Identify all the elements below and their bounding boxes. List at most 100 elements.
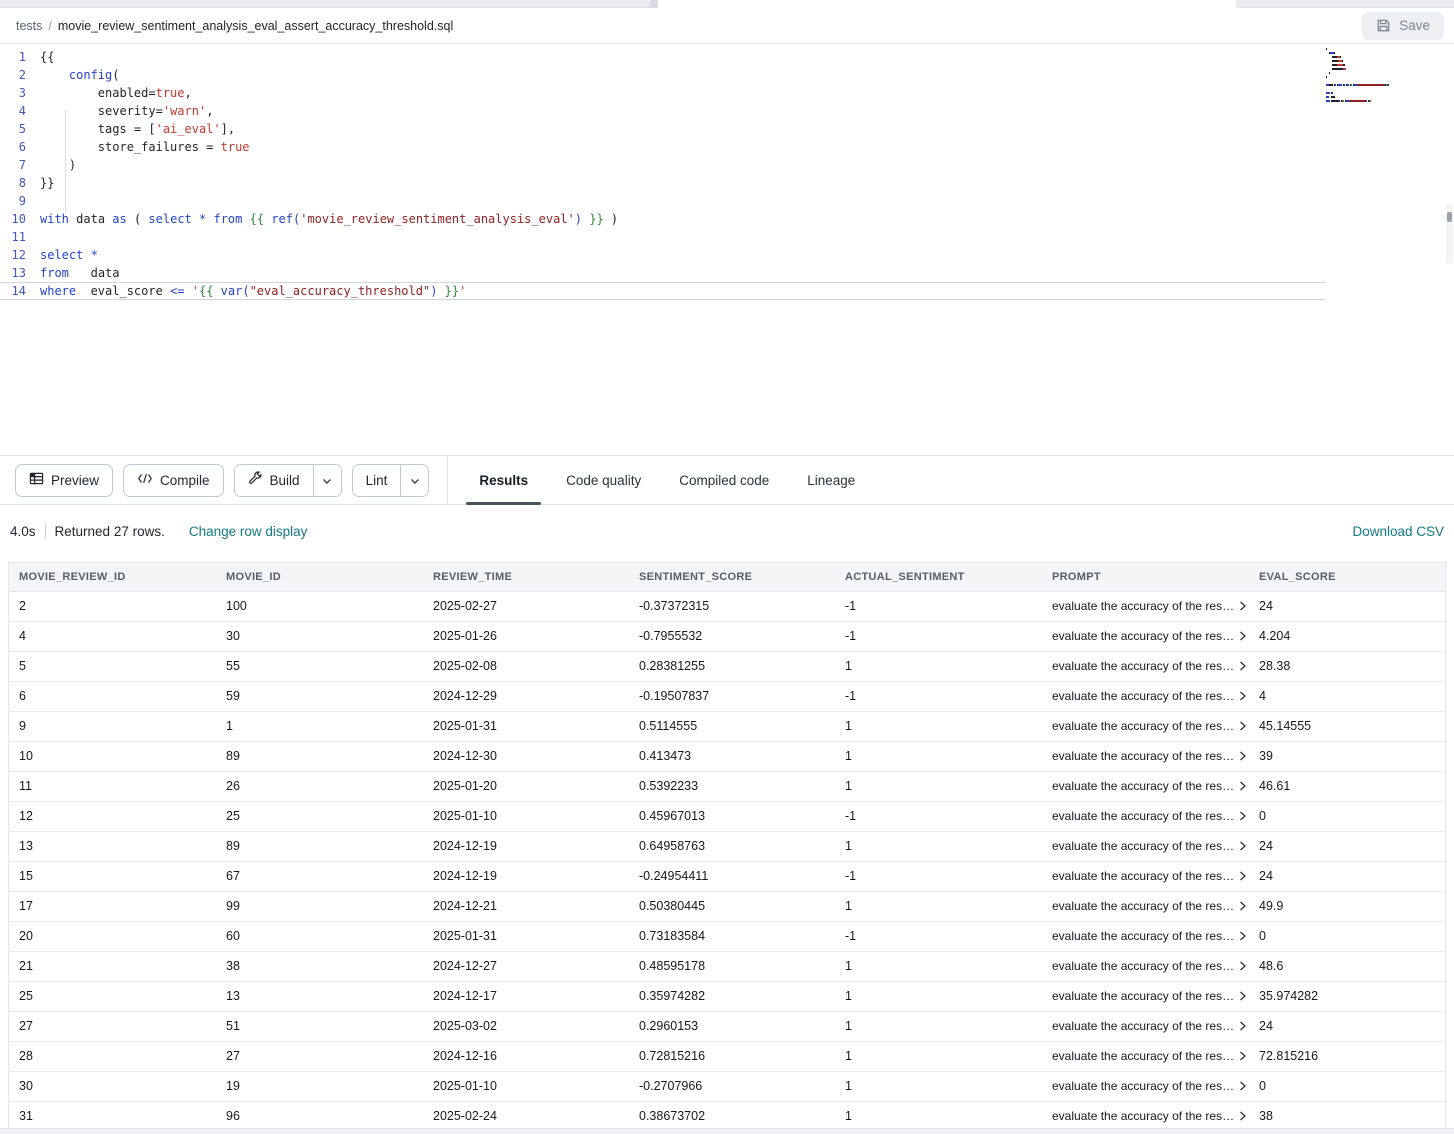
expand-cell-button[interactable] bbox=[1239, 1051, 1247, 1061]
preview-button[interactable]: Preview bbox=[15, 464, 113, 497]
code-text: ) bbox=[40, 156, 1326, 174]
table-cell: 2 bbox=[9, 591, 216, 621]
prompt-preview-text: evaluate the accuracy of the res… bbox=[1052, 1019, 1234, 1033]
window-tab-segment[interactable] bbox=[0, 0, 656, 8]
chevron-right-icon bbox=[1239, 931, 1247, 941]
table-cell: 2025-01-10 bbox=[423, 801, 629, 831]
breadcrumb-folder[interactable]: tests bbox=[16, 19, 42, 33]
expand-cell-button[interactable] bbox=[1239, 1021, 1247, 1031]
window-tab-segment[interactable] bbox=[1236, 0, 1454, 8]
expand-cell-button[interactable] bbox=[1239, 871, 1247, 881]
lint-dropdown-button[interactable] bbox=[400, 465, 428, 496]
build-button[interactable]: Build bbox=[235, 465, 313, 496]
table-cell: -1 bbox=[835, 801, 1042, 831]
table-cell: 6 bbox=[9, 681, 216, 711]
line-number: 7 bbox=[0, 156, 40, 174]
change-row-display-link[interactable]: Change row display bbox=[189, 524, 308, 539]
table-cell: 60 bbox=[216, 921, 423, 951]
code-line[interactable]: 13from data bbox=[0, 264, 1326, 282]
tab-lineage[interactable]: Lineage bbox=[804, 456, 858, 504]
table-row: 31962025-02-240.386737021evaluate the ac… bbox=[9, 1101, 1445, 1128]
table-row: 12252025-01-100.45967013-1evaluate the a… bbox=[9, 801, 1445, 831]
code-text: select * bbox=[40, 246, 1326, 264]
expand-cell-button[interactable] bbox=[1239, 721, 1247, 731]
minimap-line bbox=[1326, 96, 1444, 98]
table-cell: 2025-02-24 bbox=[423, 1101, 629, 1128]
code-line[interactable]: 12select * bbox=[0, 246, 1326, 264]
tab-code-quality[interactable]: Code quality bbox=[563, 456, 644, 504]
table-cell: 20 bbox=[9, 921, 216, 951]
prompt-cell: evaluate the accuracy of the res… bbox=[1042, 801, 1249, 831]
chevron-right-icon bbox=[1239, 691, 1247, 701]
expand-cell-button[interactable] bbox=[1239, 661, 1247, 671]
code-line[interactable]: 6 store_failures = true bbox=[0, 138, 1326, 156]
code-line[interactable]: 3 enabled=true, bbox=[0, 84, 1326, 102]
code-editor[interactable]: 1{{2 config(3 enabled=true,4 severity='w… bbox=[0, 44, 1454, 455]
lint-button[interactable]: Lint bbox=[353, 465, 401, 496]
table-cell: 2024-12-21 bbox=[423, 891, 629, 921]
code-line[interactable]: 5 tags = ['ai_eval'], bbox=[0, 120, 1326, 138]
expand-cell-button[interactable] bbox=[1239, 961, 1247, 971]
chevron-right-icon bbox=[1239, 841, 1247, 851]
expand-cell-button[interactable] bbox=[1239, 931, 1247, 941]
column-header: REVIEW_TIME bbox=[423, 563, 629, 591]
minimap-line bbox=[1326, 68, 1444, 70]
table-cell: 1 bbox=[835, 711, 1042, 741]
prompt-cell: evaluate the accuracy of the res… bbox=[1042, 681, 1249, 711]
table-header-row: MOVIE_REVIEW_IDMOVIE_IDREVIEW_TIMESENTIM… bbox=[9, 563, 1445, 591]
code-line[interactable]: 8}} bbox=[0, 174, 1326, 192]
chevron-right-icon bbox=[1239, 631, 1247, 641]
expand-cell-button[interactable] bbox=[1239, 631, 1247, 641]
tab-compiled-code[interactable]: Compiled code bbox=[676, 456, 772, 504]
expand-cell-button[interactable] bbox=[1239, 811, 1247, 821]
table-cell: 1 bbox=[835, 891, 1042, 921]
expand-cell-button[interactable] bbox=[1239, 991, 1247, 1001]
expand-cell-button[interactable] bbox=[1239, 901, 1247, 911]
table-cell: -1 bbox=[835, 681, 1042, 711]
table-row: 27512025-03-020.29601531evaluate the acc… bbox=[9, 1011, 1445, 1041]
table-cell: 1 bbox=[835, 1101, 1042, 1128]
chevron-right-icon bbox=[1239, 781, 1247, 791]
ide-window: tests / movie_review_sentiment_analysis_… bbox=[0, 0, 1454, 1134]
code-line[interactable]: 7 ) bbox=[0, 156, 1326, 174]
code-line[interactable]: 9 bbox=[0, 192, 1326, 210]
expand-cell-button[interactable] bbox=[1239, 781, 1247, 791]
table-row: 21382024-12-270.485951781evaluate the ac… bbox=[9, 951, 1445, 981]
tab-results[interactable]: Results bbox=[476, 456, 531, 504]
divider bbox=[45, 523, 46, 539]
editor-minimap[interactable] bbox=[1326, 48, 1444, 104]
table-cell: 15 bbox=[9, 861, 216, 891]
table-cell: 0.48595178 bbox=[629, 951, 835, 981]
table-cell: 24 bbox=[1249, 1011, 1445, 1041]
expand-cell-button[interactable] bbox=[1239, 841, 1247, 851]
table-cell: -0.2707966 bbox=[629, 1071, 835, 1101]
code-line[interactable]: 10with data as ( select * from {{ ref('m… bbox=[0, 210, 1326, 228]
table-cell: -1 bbox=[835, 861, 1042, 891]
download-csv-link[interactable]: Download CSV bbox=[1352, 524, 1444, 539]
table-cell: 51 bbox=[216, 1011, 423, 1041]
expand-cell-button[interactable] bbox=[1239, 1111, 1247, 1121]
table-cell: 2024-12-17 bbox=[423, 981, 629, 1011]
code-line[interactable]: 2 config( bbox=[0, 66, 1326, 84]
expand-cell-button[interactable] bbox=[1239, 601, 1247, 611]
line-number: 12 bbox=[0, 246, 40, 264]
expand-cell-button[interactable] bbox=[1239, 751, 1247, 761]
expand-cell-button[interactable] bbox=[1239, 691, 1247, 701]
build-dropdown-button[interactable] bbox=[313, 465, 341, 496]
prompt-cell: evaluate the accuracy of the res… bbox=[1042, 1101, 1249, 1128]
code-line[interactable]: 4 severity='warn', bbox=[0, 102, 1326, 120]
table-row: 20602025-01-310.73183584-1evaluate the a… bbox=[9, 921, 1445, 951]
minimap-line bbox=[1326, 100, 1444, 102]
table-row: 4302025-01-26-0.7955532-1evaluate the ac… bbox=[9, 621, 1445, 651]
code-line[interactable]: 11 bbox=[0, 228, 1326, 246]
save-button[interactable]: Save bbox=[1362, 12, 1444, 40]
table-cell: 26 bbox=[216, 771, 423, 801]
prompt-cell: evaluate the accuracy of the res… bbox=[1042, 951, 1249, 981]
compile-button[interactable]: Compile bbox=[123, 464, 224, 497]
table-cell: 0.5114555 bbox=[629, 711, 835, 741]
horizontal-scrollbar[interactable] bbox=[0, 1128, 1454, 1134]
code-line[interactable]: 14where eval_score <= '{{ var("eval_accu… bbox=[0, 282, 1326, 300]
expand-cell-button[interactable] bbox=[1239, 1081, 1247, 1091]
code-line[interactable]: 1{{ bbox=[0, 48, 1326, 66]
editor-scrollbar-thumb[interactable] bbox=[1447, 212, 1452, 222]
